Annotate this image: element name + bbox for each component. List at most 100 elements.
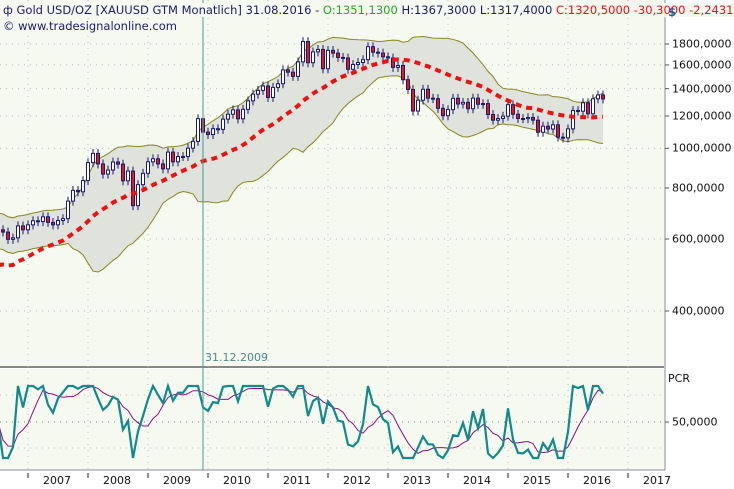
candle — [216, 128, 220, 131]
candle — [331, 49, 335, 54]
candle — [101, 163, 105, 175]
candle — [61, 218, 65, 222]
candle — [506, 104, 510, 117]
candle — [526, 116, 530, 120]
candle — [156, 158, 160, 165]
candle — [111, 161, 115, 171]
y-tick-label: 1600,0000 — [672, 58, 732, 72]
x-tick-label: 2015 — [523, 474, 551, 487]
candle — [226, 113, 230, 120]
candle — [236, 109, 240, 120]
candle — [336, 52, 340, 58]
candle — [66, 200, 70, 220]
candle — [221, 118, 225, 130]
candle — [411, 89, 415, 112]
candle — [91, 152, 95, 164]
candle — [511, 104, 515, 115]
candle — [466, 101, 470, 110]
candle — [586, 102, 590, 115]
candle — [396, 64, 400, 68]
candle — [551, 124, 555, 130]
candle — [601, 94, 605, 100]
candle — [311, 51, 315, 64]
candle — [491, 114, 495, 121]
candle — [26, 224, 30, 231]
candle — [546, 125, 550, 130]
candle — [531, 116, 535, 121]
candle — [306, 40, 310, 64]
candle — [266, 85, 270, 98]
candle — [416, 99, 420, 112]
candle — [596, 94, 600, 100]
candle — [461, 101, 465, 105]
candle — [141, 172, 145, 186]
candle — [296, 61, 300, 77]
candle — [561, 136, 565, 139]
candle — [251, 93, 255, 102]
candle — [181, 156, 185, 159]
high-value: H:1367,3000 — [401, 3, 477, 17]
x-tick-label: 2013 — [403, 474, 431, 487]
x-tick-label: 2008 — [103, 474, 131, 487]
instrument-name: Gold USD/OZ [XAUUSD GTM Monatlich] — [16, 3, 242, 17]
y-tick-label: 1200,0000 — [672, 109, 732, 123]
x-tick-label: 2012 — [343, 474, 371, 487]
candle — [196, 118, 200, 142]
candle — [361, 59, 365, 64]
candle — [501, 115, 505, 120]
candle — [536, 119, 540, 133]
candle — [516, 113, 520, 120]
candle — [291, 71, 295, 77]
candle — [441, 107, 445, 117]
candle — [281, 69, 285, 85]
candle — [406, 79, 410, 91]
candle — [126, 170, 130, 182]
candle — [146, 161, 150, 174]
candle — [351, 63, 355, 70]
candle — [486, 103, 490, 116]
x-tick-label: 2011 — [283, 474, 311, 487]
y-tick-label: 1800,0000 — [672, 37, 732, 51]
candle — [556, 124, 560, 138]
candle — [6, 231, 10, 240]
candle — [206, 131, 210, 136]
currency-label: $ — [668, 5, 677, 19]
candle — [451, 97, 455, 111]
candle — [576, 109, 580, 112]
candle — [171, 151, 175, 163]
y-tick-label: 800,0000 — [672, 181, 725, 195]
candle — [191, 140, 195, 149]
x-tick-label: 2017 — [643, 474, 671, 487]
candle — [11, 237, 15, 240]
candle — [166, 151, 170, 170]
candle — [376, 51, 380, 54]
candle — [481, 103, 485, 106]
x-tick-label: 2007 — [43, 474, 71, 487]
candle — [386, 56, 390, 59]
candle — [356, 62, 360, 65]
candle — [16, 225, 20, 239]
candle — [86, 162, 90, 182]
candle — [1, 229, 5, 233]
indicator-tick: 50,0000 — [672, 415, 718, 429]
candle — [591, 98, 595, 115]
candle — [151, 158, 155, 163]
y-tick-label: 1400,0000 — [672, 82, 732, 96]
separator: - — [315, 3, 320, 17]
candle — [371, 46, 375, 53]
chart-canvas — [0, 0, 669, 478]
candle — [116, 161, 120, 165]
candle — [271, 86, 275, 98]
candle — [301, 40, 305, 63]
candle — [41, 216, 45, 223]
candle — [286, 69, 290, 73]
x-tick-label: 2014 — [463, 474, 491, 487]
candle — [496, 118, 500, 121]
close-value: C:1320,5000 -30,3000 -2,2431% — [555, 3, 734, 17]
candle — [401, 64, 405, 81]
candle — [261, 85, 265, 91]
candle — [456, 97, 460, 105]
candle — [76, 189, 80, 193]
candle — [571, 109, 575, 130]
candle — [426, 88, 430, 99]
